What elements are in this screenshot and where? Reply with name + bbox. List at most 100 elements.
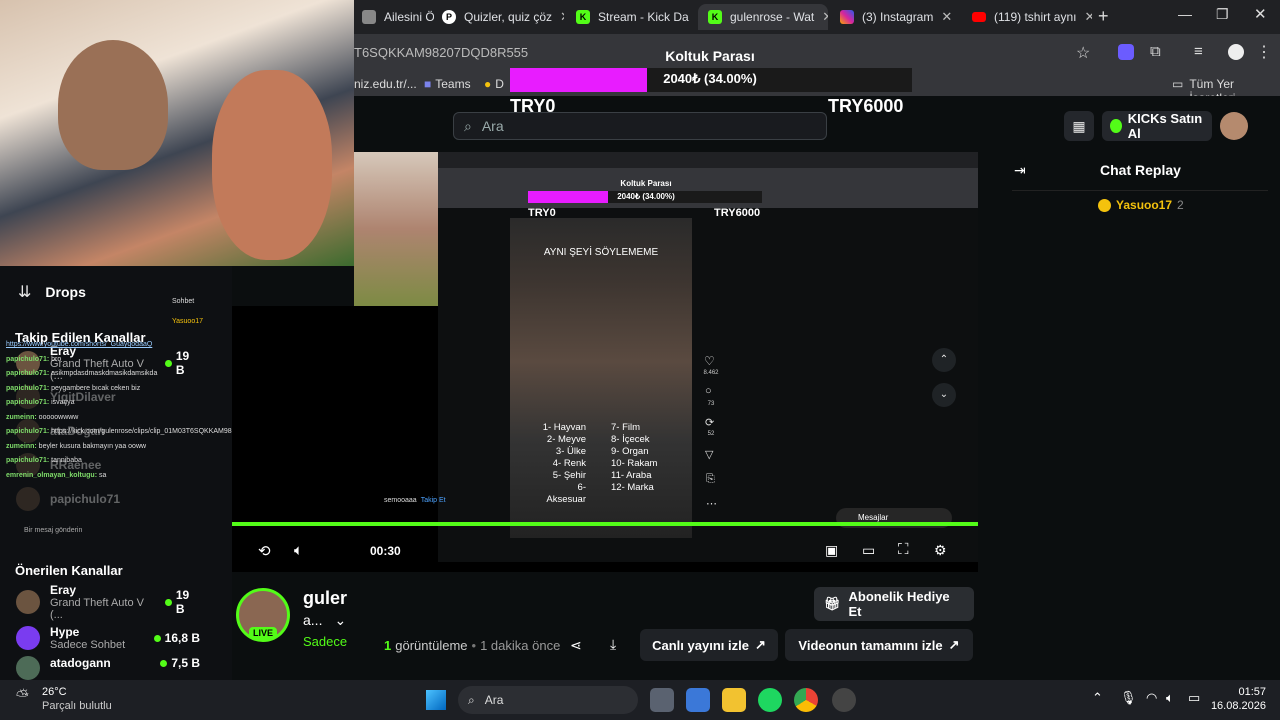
search-input[interactable]: ⌕ Ara — [453, 112, 827, 140]
download-icon[interactable]: ⤓ — [610, 636, 616, 653]
send-icon[interactable]: ▽ — [705, 448, 713, 461]
comment-icon[interactable]: ○ — [705, 385, 712, 397]
recommended-list: Eray Grand Theft Auto V (... 19 B Hype Sade… — [16, 583, 200, 680]
spotify-icon[interactable] — [758, 688, 782, 712]
tab-1[interactable]: Ailesini Öld✕ — [352, 4, 434, 30]
reel-list-item: 7- Film — [611, 422, 641, 433]
buy-kicks-button[interactable]: KICKs Satın Al — [1102, 111, 1212, 141]
more-icon[interactable]: ⋯ — [706, 497, 717, 510]
divider — [1012, 190, 1268, 191]
clock-time[interactable]: 01:57 — [1228, 686, 1266, 698]
user-avatar[interactable] — [1220, 112, 1248, 140]
inner-chat-input[interactable]: Bir mesaj gönderin — [24, 527, 82, 534]
settings-icon[interactable]: ⚙ — [934, 542, 947, 559]
gift-subscription-button[interactable]: 🎁︎ Abonelik Hediye Et — [814, 587, 974, 621]
menu-icon[interactable]: ⋮ — [1256, 42, 1272, 62]
chevron-up-icon[interactable]: ⌃ — [932, 348, 956, 372]
chat-panel — [1000, 152, 1280, 680]
reel-list-item: 2- Meyve — [546, 434, 586, 445]
heart-icon[interactable]: ♡ — [704, 354, 715, 368]
tab-3[interactable]: KStream - Kick Da✕ — [566, 4, 696, 30]
speaker-icon[interactable]: 🔈︎ — [1166, 690, 1174, 706]
streamer-sub[interactable]: a... ⌄ — [303, 612, 346, 629]
profile-icon[interactable] — [1228, 44, 1244, 60]
repost-icon[interactable]: ⟳ — [705, 416, 714, 429]
task-view-icon[interactable] — [650, 688, 674, 712]
search-icon: ⌕ — [468, 692, 475, 707]
watch-full-button[interactable]: Videonun tamamını izle ↗ — [785, 629, 973, 661]
followed-channel[interactable]: papichulo71 — [16, 482, 200, 516]
kicks-icon — [1110, 119, 1122, 133]
taskbar-search[interactable]: ⌕ Ara — [458, 686, 638, 714]
overlay-max: TRY6000 — [828, 96, 904, 116]
streamer-name[interactable]: guler — [303, 588, 347, 609]
puzzle-icon[interactable]: ⧉ — [1150, 43, 1161, 60]
new-tab-icon[interactable]: + — [1098, 6, 1109, 27]
volume-icon[interactable]: 🔈︎ — [294, 542, 303, 559]
fullscreen-icon[interactable]: ⛶ — [898, 541, 909, 558]
bookmark-teams[interactable]: ■ Teams — [424, 77, 471, 91]
chat-title: Chat Replay — [1100, 162, 1181, 178]
chat-viewer[interactable]: Yasuoo17 2 — [1098, 198, 1184, 212]
bookmark-1[interactable]: niz.edu.tr/... — [354, 77, 417, 91]
stream-chat-overlay: https://www.youtube.com/shorts/_Guayqoda… — [6, 338, 232, 483]
mic-icon[interactable]: 🎙︎ — [1120, 690, 1137, 706]
streamer-cam-person-2 — [212, 70, 332, 260]
clock-date[interactable]: 16.08.2026 — [1210, 700, 1266, 712]
url-field[interactable]: T6SQKKAM98207DQD8R555 — [354, 45, 528, 60]
star-icon[interactable]: ☆ — [1076, 43, 1090, 63]
chevron-down-icon[interactable]: ⌄ — [932, 383, 956, 407]
replay-icon[interactable]: ⟲ — [258, 542, 271, 560]
maximize-icon[interactable]: ❐ — [1216, 6, 1229, 23]
weather-icon[interactable]: ⛅︎ — [16, 688, 29, 706]
kick-icon: K — [576, 10, 590, 24]
drops-link[interactable]: ⇊ Drops — [18, 282, 86, 302]
wifi-icon[interactable]: ◠ — [1146, 690, 1157, 706]
recommended-title: Önerilen Kanallar — [15, 563, 123, 578]
minimize-icon[interactable]: — — [1178, 6, 1192, 22]
battery-icon[interactable]: ▭ — [1188, 690, 1200, 706]
collapse-chat-icon[interactable]: ⇥ — [1014, 162, 1026, 179]
category-link[interactable]: Sadece — [303, 634, 347, 649]
chat-line: papichulo71: peygambere bıcak ceken biz — [6, 384, 141, 392]
player-time: 00:30 — [370, 544, 401, 558]
inner-user: semooaaa Takip Et — [384, 497, 446, 504]
reel-list-right: 7- Film 8- İçecek 9- Organ 10- Rakam 11- Ara… — [611, 422, 671, 494]
tab-4-active[interactable]: Kgulenrose - Wat ✕ — [698, 4, 828, 30]
teams-icon: ■ — [424, 77, 432, 91]
chat-link[interactable]: https://www.youtube.com/shorts/_Guayqoda… — [6, 338, 232, 353]
media-icon[interactable]: ≡ — [1194, 43, 1203, 60]
avatar — [16, 626, 40, 650]
theater-icon[interactable]: ▭ — [862, 542, 875, 559]
bookmark-d[interactable]: ● D — [484, 77, 504, 91]
close-icon[interactable]: ✕ — [1084, 9, 1092, 25]
tab-5[interactable]: (3) Instagram ✕ — [830, 4, 960, 30]
file-explorer-icon[interactable] — [722, 688, 746, 712]
bookmark-icon[interactable]: ⎘ — [706, 473, 715, 486]
store-icon[interactable] — [686, 688, 710, 712]
external-link-icon: ↗ — [948, 637, 960, 652]
close-icon[interactable]: ✕ — [822, 9, 828, 25]
recommended-channel[interactable]: Hype Sadece Sohbet 16,8 B — [16, 620, 200, 656]
share-icon[interactable]: ⋖ — [570, 637, 582, 654]
window-close-icon[interactable]: ✕ — [1254, 5, 1267, 23]
chrome-icon[interactable] — [794, 688, 818, 712]
generic-icon — [362, 10, 376, 24]
close-icon[interactable]: ✕ — [560, 9, 564, 25]
dashboard-icon[interactable]: ▦ — [1064, 111, 1094, 141]
tab-2[interactable]: PQuizler, quiz çöz✕ — [432, 4, 564, 30]
windows-start-icon[interactable] — [426, 690, 446, 710]
pip-icon[interactable]: ▣ — [825, 542, 838, 559]
watch-live-button[interactable]: Canlı yayını izle ↗ — [640, 629, 778, 661]
extension-icon[interactable] — [1118, 44, 1134, 60]
close-icon[interactable]: ✕ — [941, 9, 952, 25]
recommended-channel[interactable]: Eray Grand Theft Auto V (... 19 B — [16, 583, 200, 621]
tab-6[interactable]: (119) tshirt aynı ✕ — [962, 4, 1092, 30]
obs-icon[interactable] — [832, 688, 856, 712]
streamer-cam-person-1 — [58, 40, 168, 170]
recommended-channel[interactable]: atadogann 7,5 B — [16, 656, 200, 680]
chat-line: emrenin_olmayan_koltugu: sa — [6, 471, 107, 479]
tray-chevron-icon[interactable]: ⌃ — [1092, 690, 1103, 706]
reel-list-item: 12- Marka — [611, 482, 654, 493]
reel-title: AYNI ŞEYİ SÖYLEMEME — [543, 247, 659, 258]
